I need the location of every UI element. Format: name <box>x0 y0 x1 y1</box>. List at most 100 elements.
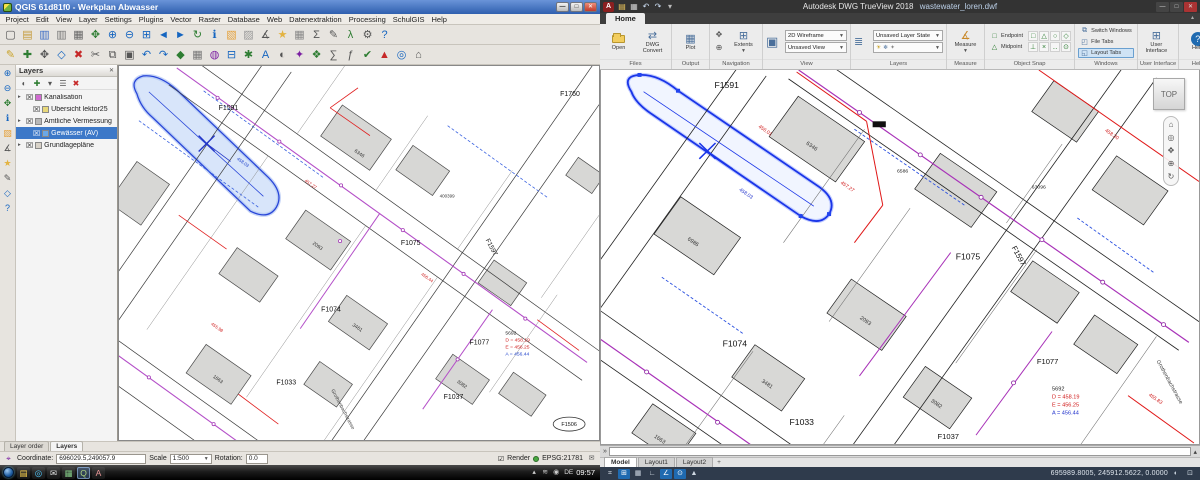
side-bookmark-icon[interactable]: ★ <box>1 157 15 170</box>
metasearch-icon[interactable]: ◎ <box>394 47 410 63</box>
ortho-mode-icon[interactable]: ∟ <box>646 469 658 479</box>
snap-mode-icon[interactable]: ⊞ <box>618 469 630 479</box>
qgis-map-canvas[interactable]: F1591F1760F1075F1597F1074F1077F1033F1037… <box>119 66 599 440</box>
qat-dropdown-icon[interactable]: ▾ <box>664 1 676 12</box>
snap-intersection-icon[interactable]: × <box>1039 42 1049 52</box>
layer-item[interactable]: ▸☒Amtliche Vermessung <box>16 115 117 127</box>
cut-features-icon[interactable]: ✂ <box>88 47 104 63</box>
layer-checkbox[interactable]: ☒ <box>26 93 33 102</box>
add-raster-layer-icon[interactable]: ▦ <box>190 47 206 63</box>
panel-windows-label[interactable]: Windows <box>1075 59 1137 69</box>
layer-item[interactable]: ☒Übersicht lektor25 <box>16 103 117 115</box>
menu-item-settings[interactable]: Settings <box>101 15 135 24</box>
layer-dropdown[interactable]: ☀ ❄ ✦ ▼ <box>873 42 943 53</box>
side-select-icon[interactable]: ▧ <box>1 127 15 140</box>
layer-checkbox[interactable]: ☒ <box>33 105 40 114</box>
viewcube[interactable]: TOP <box>1153 78 1185 110</box>
panel-close-icon[interactable]: ✕ <box>109 67 114 74</box>
mail-icon[interactable]: ✉ <box>47 467 60 479</box>
expand-icon[interactable]: ▸ <box>18 118 24 124</box>
expand-icon[interactable]: ▸ <box>18 142 24 148</box>
bottom-tab-layers[interactable]: Layers <box>50 441 83 451</box>
maximize-button[interactable]: □ <box>570 2 583 12</box>
named-view-dropdown[interactable]: Unsaved View ▼ <box>785 42 847 53</box>
expand-all-icon[interactable]: ☰ <box>58 78 69 89</box>
snap-node-icon[interactable]: ◇ <box>1061 31 1071 41</box>
zoom-out-icon[interactable]: ⊖ <box>122 27 138 43</box>
ribbon-minimize-icon[interactable]: ▴ <box>1191 13 1194 24</box>
tab-layout1[interactable]: Layout1 <box>638 457 675 467</box>
clean-screen-icon[interactable]: ⊡ <box>1184 469 1196 479</box>
pan-map-icon[interactable]: ✥ <box>88 27 104 43</box>
qgis-icon[interactable]: Q <box>77 467 90 479</box>
panel-measure-label[interactable]: Measure <box>947 59 984 69</box>
snap-midpoint-icon[interactable]: △ <box>1039 31 1049 41</box>
tab-home[interactable]: Home <box>606 13 645 24</box>
layer-styling-icon[interactable]: ◐ <box>275 47 291 63</box>
isolate-objects-icon[interactable]: ◐ <box>1170 469 1182 479</box>
menu-item-view[interactable]: View <box>52 15 75 24</box>
python-console-icon[interactable]: λ <box>343 27 359 43</box>
plugin-manager-icon[interactable]: ⌂ <box>411 47 427 63</box>
menu-item-schulgis[interactable]: SchulGIS <box>389 15 428 24</box>
zoom-tool-icon[interactable]: ⊕ <box>713 42 725 54</box>
snap-tangent-icon[interactable]: ⊙ <box>1061 42 1071 52</box>
minimize-button[interactable]: — <box>556 2 569 12</box>
qat-undo-icon[interactable]: ↶ <box>640 1 652 12</box>
epsg-button[interactable]: EPSG:21781 <box>542 455 583 462</box>
visual-style-dropdown[interactable]: 2D Wireframe ▼ <box>785 30 847 41</box>
rotation-input[interactable]: 0.0 <box>246 454 268 464</box>
open-button[interactable]: Open <box>603 32 634 52</box>
topology-checker-icon[interactable]: ▲ <box>377 47 393 63</box>
side-zoom-out-icon[interactable]: ⊖ <box>1 82 15 95</box>
qat-redo-icon[interactable]: ↷ <box>652 1 664 12</box>
menu-item-project[interactable]: Project <box>2 15 32 24</box>
coordinate-input[interactable]: 696029.5,249057.9 <box>56 454 146 464</box>
menu-item-vector[interactable]: Vector <box>167 15 195 24</box>
snap-endpoint-icon[interactable]: □ <box>1028 31 1038 41</box>
render-checkbox[interactable]: ☑ <box>498 455 504 463</box>
layer-state-dropdown[interactable]: Unsaved Layer State ▼ <box>873 30 943 41</box>
zoom-icon[interactable]: ⊕ <box>1165 158 1177 170</box>
side-identify-icon[interactable]: ℹ <box>1 112 15 125</box>
snap-center-icon[interactable]: ○ <box>1050 31 1060 41</box>
side-pan-icon[interactable]: ✥ <box>1 97 15 110</box>
infer-constraints-icon[interactable]: ⌗ <box>604 469 616 479</box>
object-snap-icon[interactable]: ⊙ <box>674 469 686 479</box>
side-help-icon[interactable]: ? <box>1 202 15 215</box>
new-project-icon[interactable]: ▢ <box>3 27 19 43</box>
steering-wheel-icon[interactable]: ◎ <box>1165 132 1177 144</box>
panel-files-label[interactable]: Files <box>600 59 671 69</box>
side-node-icon[interactable]: ◇ <box>1 187 15 200</box>
menu-item-web[interactable]: Web <box>263 15 285 24</box>
tv-maximize-button[interactable]: □ <box>1170 2 1183 12</box>
move-feature-icon[interactable]: ✥ <box>37 47 53 63</box>
layer-styling-panel-icon[interactable]: ◐ <box>19 78 30 89</box>
new-shapefile-icon[interactable]: ✱ <box>241 47 257 63</box>
layer-item[interactable]: ▸☒Grundlagepläne <box>16 139 117 151</box>
side-zoom-in-icon[interactable]: ⊕ <box>1 67 15 80</box>
node-tool-icon[interactable]: ◇ <box>54 47 70 63</box>
annotation-scale-icon[interactable]: ▲ <box>688 469 700 479</box>
delete-selected-icon[interactable]: ✖ <box>71 47 87 63</box>
deselect-icon[interactable]: ▨ <box>241 27 257 43</box>
explorer-icon[interactable]: ▤ <box>17 467 30 479</box>
attribute-table-icon[interactable]: ▦ <box>292 27 308 43</box>
trueview-icon[interactable]: A <box>92 467 105 479</box>
field-calculator-icon[interactable]: Σ <box>309 27 325 43</box>
save-as-icon[interactable]: ▥ <box>54 27 70 43</box>
network-icon[interactable]: ≋ <box>541 468 550 478</box>
close-button[interactable]: ✕ <box>584 2 597 12</box>
layout-tabs-button[interactable]: ◱ Layout Tabs <box>1078 48 1134 58</box>
file-tabs-button[interactable]: ◰ File Tabs <box>1078 37 1134 47</box>
menu-item-raster[interactable]: Raster <box>195 15 224 24</box>
layer-item[interactable]: ☒Gewässer (AV) <box>16 127 117 139</box>
labeling-icon[interactable]: A <box>258 47 274 63</box>
menu-item-layer[interactable]: Layer <box>75 15 101 24</box>
menu-item-processing[interactable]: Processing <box>345 15 389 24</box>
copy-features-icon[interactable]: ⧉ <box>105 47 121 63</box>
new-layout-icon[interactable]: + <box>714 458 724 467</box>
redo-icon[interactable]: ↷ <box>156 47 172 63</box>
snap-perpendicular-icon[interactable]: ⊥ <box>1028 42 1038 52</box>
help-contents-icon[interactable]: ? <box>377 27 393 43</box>
